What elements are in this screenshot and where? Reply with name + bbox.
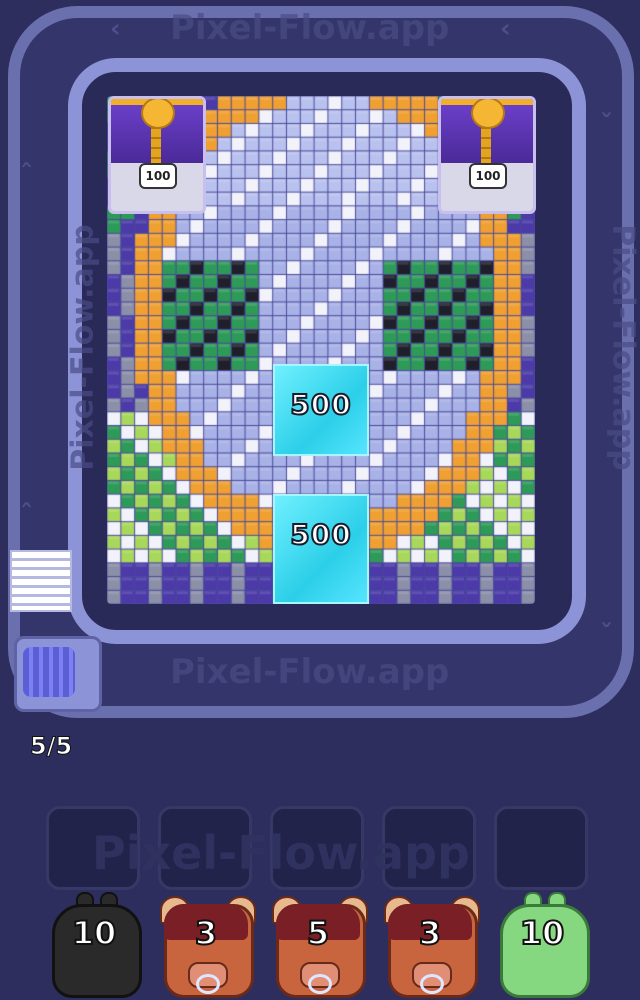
- watermark-slots: Pixel-Flow.app: [92, 826, 470, 880]
- unit-black-slime[interactable]: 10: [46, 890, 142, 998]
- chevron-down-icon: ˇ: [600, 620, 613, 650]
- watermark-right: Pixel-Flow.app: [605, 224, 640, 471]
- chevron-down-icon: ˇ: [600, 110, 613, 140]
- unit-bull[interactable]: 3: [158, 890, 256, 998]
- launcher[interactable]: [14, 636, 102, 712]
- lock-box-left: 100: [108, 96, 206, 214]
- chevron-up-icon: ˆ: [20, 500, 33, 530]
- nose-ring-icon: [420, 974, 444, 994]
- ice-block: 500: [273, 364, 369, 456]
- ammo-counter: 5/5: [29, 732, 73, 761]
- lock-value: 100: [139, 163, 177, 189]
- chevron-left-icon: ‹: [110, 14, 121, 44]
- unit-value: 10: [71, 913, 118, 953]
- watermark-top: Pixel-Flow.app: [170, 8, 450, 48]
- mascot-face-icon: [141, 99, 175, 129]
- unit-bull[interactable]: 5: [270, 890, 368, 998]
- ice-block-value: 500: [289, 387, 352, 422]
- unit-value: 3: [194, 913, 218, 953]
- nose-ring-icon: [308, 974, 332, 994]
- chevron-up-icon: ˆ: [20, 160, 33, 190]
- track-ramp: [10, 550, 72, 612]
- unit-green-slime[interactable]: 10: [494, 890, 590, 998]
- queue-slot[interactable]: [494, 806, 588, 890]
- coil-icon: [23, 647, 75, 697]
- lock-value: 100: [469, 163, 507, 189]
- watermark-left: Pixel-Flow.app: [65, 224, 101, 471]
- ice-block-value: 500: [289, 517, 352, 552]
- chevron-left-icon: ‹: [500, 14, 511, 44]
- watermark-bottom: Pixel-Flow.app: [170, 652, 450, 692]
- unit-value: 5: [306, 913, 330, 953]
- unit-bull[interactable]: 3: [382, 890, 480, 998]
- unit-value: 10: [519, 913, 566, 953]
- ice-block: 500: [273, 494, 369, 604]
- mascot-face-icon: [471, 99, 505, 129]
- lock-box-right: 100: [438, 96, 536, 214]
- nose-ring-icon: [196, 974, 220, 994]
- unit-value: 3: [418, 913, 442, 953]
